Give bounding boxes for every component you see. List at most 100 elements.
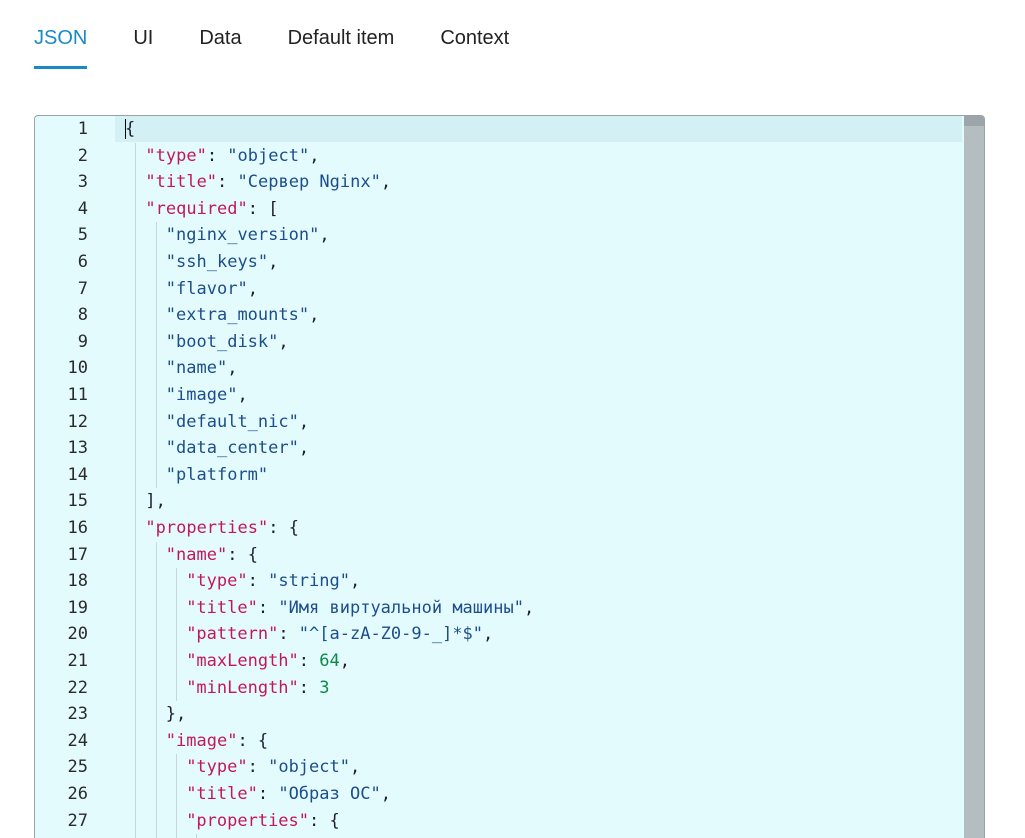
- code-line-content: "title": "Сервер Nginx",: [145, 169, 391, 195]
- code-line-content: "name",: [166, 355, 238, 381]
- code-line-content: "title": "Образ ОС",: [186, 781, 391, 807]
- code-line[interactable]: ],: [115, 488, 962, 514]
- code-line[interactable]: "flavor",: [115, 276, 962, 302]
- line-number: 26: [67, 784, 88, 804]
- json-punctuation: ,: [349, 571, 361, 592]
- tab-json[interactable]: JSON: [34, 0, 88, 72]
- code-line-content: "name": {: [166, 542, 258, 568]
- json-punctuation: : {: [268, 518, 299, 538]
- code-line[interactable]: "type": "string",: [115, 568, 962, 594]
- json-punctuation: },: [165, 704, 187, 725]
- code-line[interactable]: "minLength": 3: [115, 675, 962, 701]
- code-line[interactable]: "pattern": "^[a-zA-Z0-9-_]*$",: [115, 621, 962, 647]
- code-line[interactable]: "data_center",: [115, 435, 962, 461]
- code-line[interactable]: "name",: [115, 355, 962, 381]
- json-string: "default_nic": [165, 411, 299, 432]
- json-string: "object": [268, 757, 350, 778]
- json-key: "properties": [145, 518, 269, 538]
- json-punctuation: : {: [237, 730, 269, 751]
- tab-context[interactable]: Context: [440, 0, 509, 72]
- code-line-content: "pattern": "^[a-zA-Z0-9-_]*$",: [186, 621, 493, 647]
- code-line[interactable]: "title": "Сервер Nginx",: [115, 169, 962, 195]
- code-line[interactable]: "title": "Образ ОС",: [115, 781, 962, 807]
- code-line[interactable]: "nginx_version",: [115, 222, 962, 248]
- json-string: "image": [165, 385, 238, 405]
- indent-guide: [135, 142, 137, 838]
- line-number: 21: [67, 651, 88, 671]
- json-punctuation: :: [298, 651, 320, 671]
- vertical-scrollbar[interactable]: [964, 116, 984, 838]
- json-punctuation: ,: [278, 331, 289, 352]
- json-key: "required": [145, 198, 248, 219]
- line-number: 16: [67, 518, 88, 538]
- code-line[interactable]: "maxLength": 64,: [115, 648, 962, 674]
- code-line[interactable]: "ssh_keys",: [115, 249, 962, 275]
- code-line-content: {: [125, 116, 135, 142]
- json-punctuation: ,: [309, 305, 320, 326]
- code-line[interactable]: "extra_mounts",: [115, 302, 962, 328]
- json-code-editor[interactable]: 1 2 3 4 5 6 7 8 9 10 11 12 13 14 15 16 17 18 19 20 21 22 23 24 2…: [34, 115, 985, 838]
- json-punctuation: :: [278, 624, 299, 645]
- json-punctuation: :: [217, 172, 238, 193]
- code-line-content: "properties": {: [186, 808, 340, 834]
- line-number-gutter: 1 2 3 4 5 6 7 8 9 10 11 12 13 14 15 16 17 18 19 20 21 22 23 24 2…: [35, 116, 107, 838]
- json-number: 64: [319, 651, 340, 671]
- json-key: "title": [186, 597, 258, 618]
- json-string: "object": [227, 145, 310, 166]
- scrollbar-thumb[interactable]: [964, 116, 984, 126]
- tab-bar: JSON UI Data Default item Context: [34, 0, 555, 72]
- code-line-content: "flavor",: [166, 276, 258, 302]
- json-punctuation: ,: [349, 757, 361, 778]
- code-line[interactable]: "image": {: [115, 728, 962, 754]
- code-line[interactable]: {: [115, 116, 962, 142]
- code-line[interactable]: "default_nic",: [115, 409, 962, 435]
- json-punctuation: ,: [227, 358, 238, 379]
- code-line-content: "type": "string",: [186, 568, 360, 594]
- code-line-content: "ssh_keys",: [166, 249, 279, 275]
- line-number: 9: [77, 331, 88, 352]
- line-number: 25: [67, 757, 88, 778]
- json-string: "ssh_keys": [165, 252, 269, 272]
- code-line-content: "minLength": 3: [186, 675, 329, 701]
- code-line[interactable]: "properties": {: [115, 808, 962, 834]
- code-line[interactable]: "required": [: [115, 196, 962, 222]
- code-line[interactable]: "name": {: [115, 542, 962, 568]
- tab-data[interactable]: Data: [199, 0, 241, 72]
- tab-default-item[interactable]: Default item: [288, 0, 395, 72]
- code-line[interactable]: "boot_disk",: [115, 329, 962, 355]
- code-line[interactable]: },: [115, 701, 962, 727]
- json-punctuation: ,: [247, 278, 258, 299]
- indent-guide: [176, 568, 177, 702]
- code-area[interactable]: {"type": "object", "title": "Сервер Nginx…: [115, 116, 962, 838]
- code-line[interactable]: "image",: [115, 382, 962, 408]
- code-line[interactable]: "platform": [115, 462, 962, 488]
- code-line-content: "default_nic",: [166, 409, 309, 435]
- json-key: "type": [145, 145, 207, 166]
- code-line-content: "required": [: [145, 196, 278, 222]
- line-number: 14: [67, 464, 88, 485]
- code-line-content: "type": "object",: [186, 754, 360, 780]
- code-line-content: "maxLength": 64,: [186, 648, 350, 674]
- code-line-content: "platform": [166, 462, 268, 488]
- code-line[interactable]: [115, 834, 962, 838]
- code-line[interactable]: "title": "Имя виртуальной машины",: [115, 595, 962, 621]
- json-punctuation: :: [257, 784, 279, 804]
- code-line[interactable]: "type": "object",: [115, 754, 962, 780]
- line-number: 7: [77, 278, 88, 299]
- code-line-content: "boot_disk",: [166, 329, 289, 355]
- code-line[interactable]: "properties": {: [115, 515, 962, 541]
- json-string: "flavor": [165, 278, 248, 299]
- line-number: 3: [77, 172, 88, 193]
- json-key: "properties": [186, 810, 310, 831]
- line-number: 22: [67, 677, 88, 698]
- json-punctuation: ,: [319, 225, 330, 246]
- text-cursor: [125, 119, 126, 139]
- line-number: 23: [67, 704, 88, 725]
- code-line-content: "title": "Имя виртуальной машины",: [186, 595, 534, 621]
- indent-guide: [196, 834, 198, 838]
- line-number: 24: [67, 730, 88, 751]
- line-number: 1: [77, 119, 88, 139]
- code-line[interactable]: "type": "object",: [115, 143, 962, 169]
- line-number: 4: [77, 198, 88, 219]
- tab-ui[interactable]: UI: [133, 0, 153, 72]
